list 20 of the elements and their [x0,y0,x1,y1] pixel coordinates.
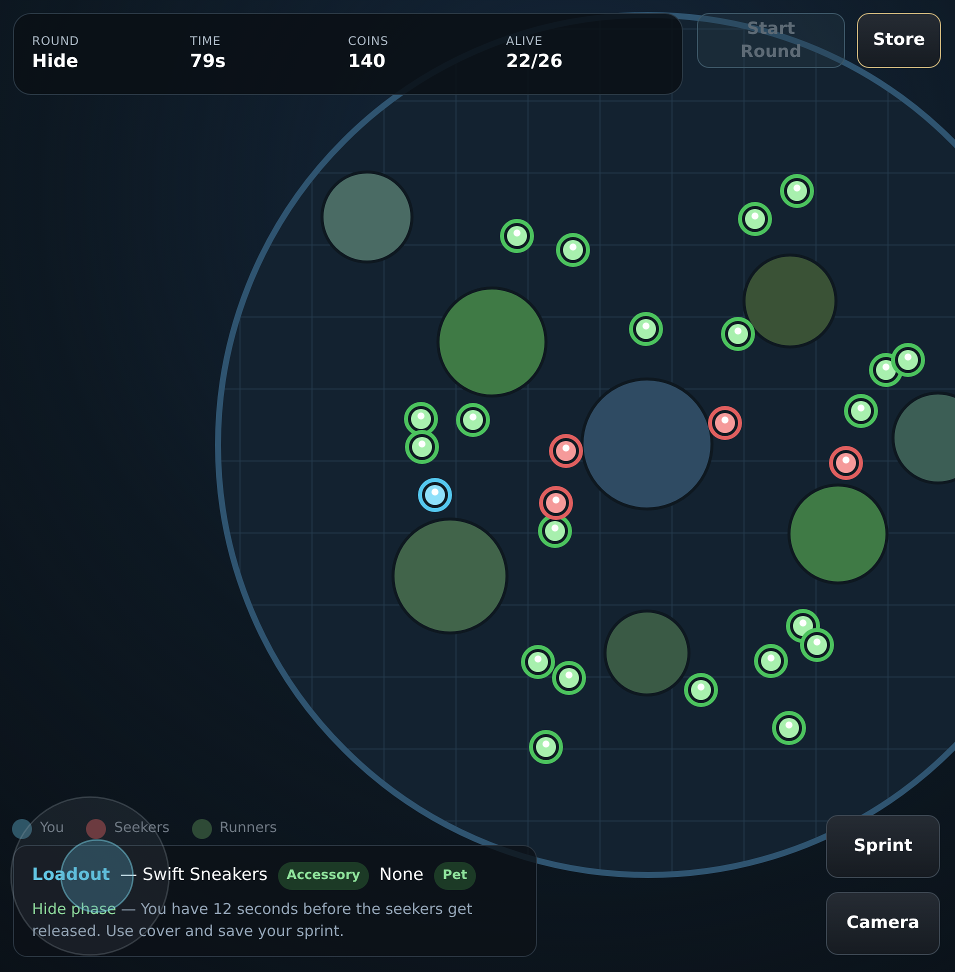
slot-tag: Pet [434,862,476,890]
stat-value: 79s [190,50,227,74]
stat-value: 22/26 [506,50,564,74]
loadout-item: — Swift Sneakers [120,864,268,887]
stat-value: 140 [348,50,387,74]
legend-label: Seekers [114,819,170,838]
store-button[interactable]: Store [857,13,941,68]
stat-label: ROUND [32,33,80,50]
loadout-title: Loadout [32,864,110,887]
loadout-item: None [379,864,424,887]
sprint-button[interactable]: Sprint [826,815,940,878]
camera-button[interactable]: Camera [826,892,940,955]
stat-label: TIME [190,33,222,50]
stat-label: COINS [348,33,390,50]
stat-label: ALIVE [506,33,544,50]
legend-label: Runners [220,819,277,838]
slot-tag: Accessory [278,862,370,890]
phase-hint: Hide phase — You have 12 seconds before the seekers get released. Use cover and save your sprint. [32,898,474,942]
legend-label: You [40,819,64,838]
stat-value: Hide [32,50,80,74]
